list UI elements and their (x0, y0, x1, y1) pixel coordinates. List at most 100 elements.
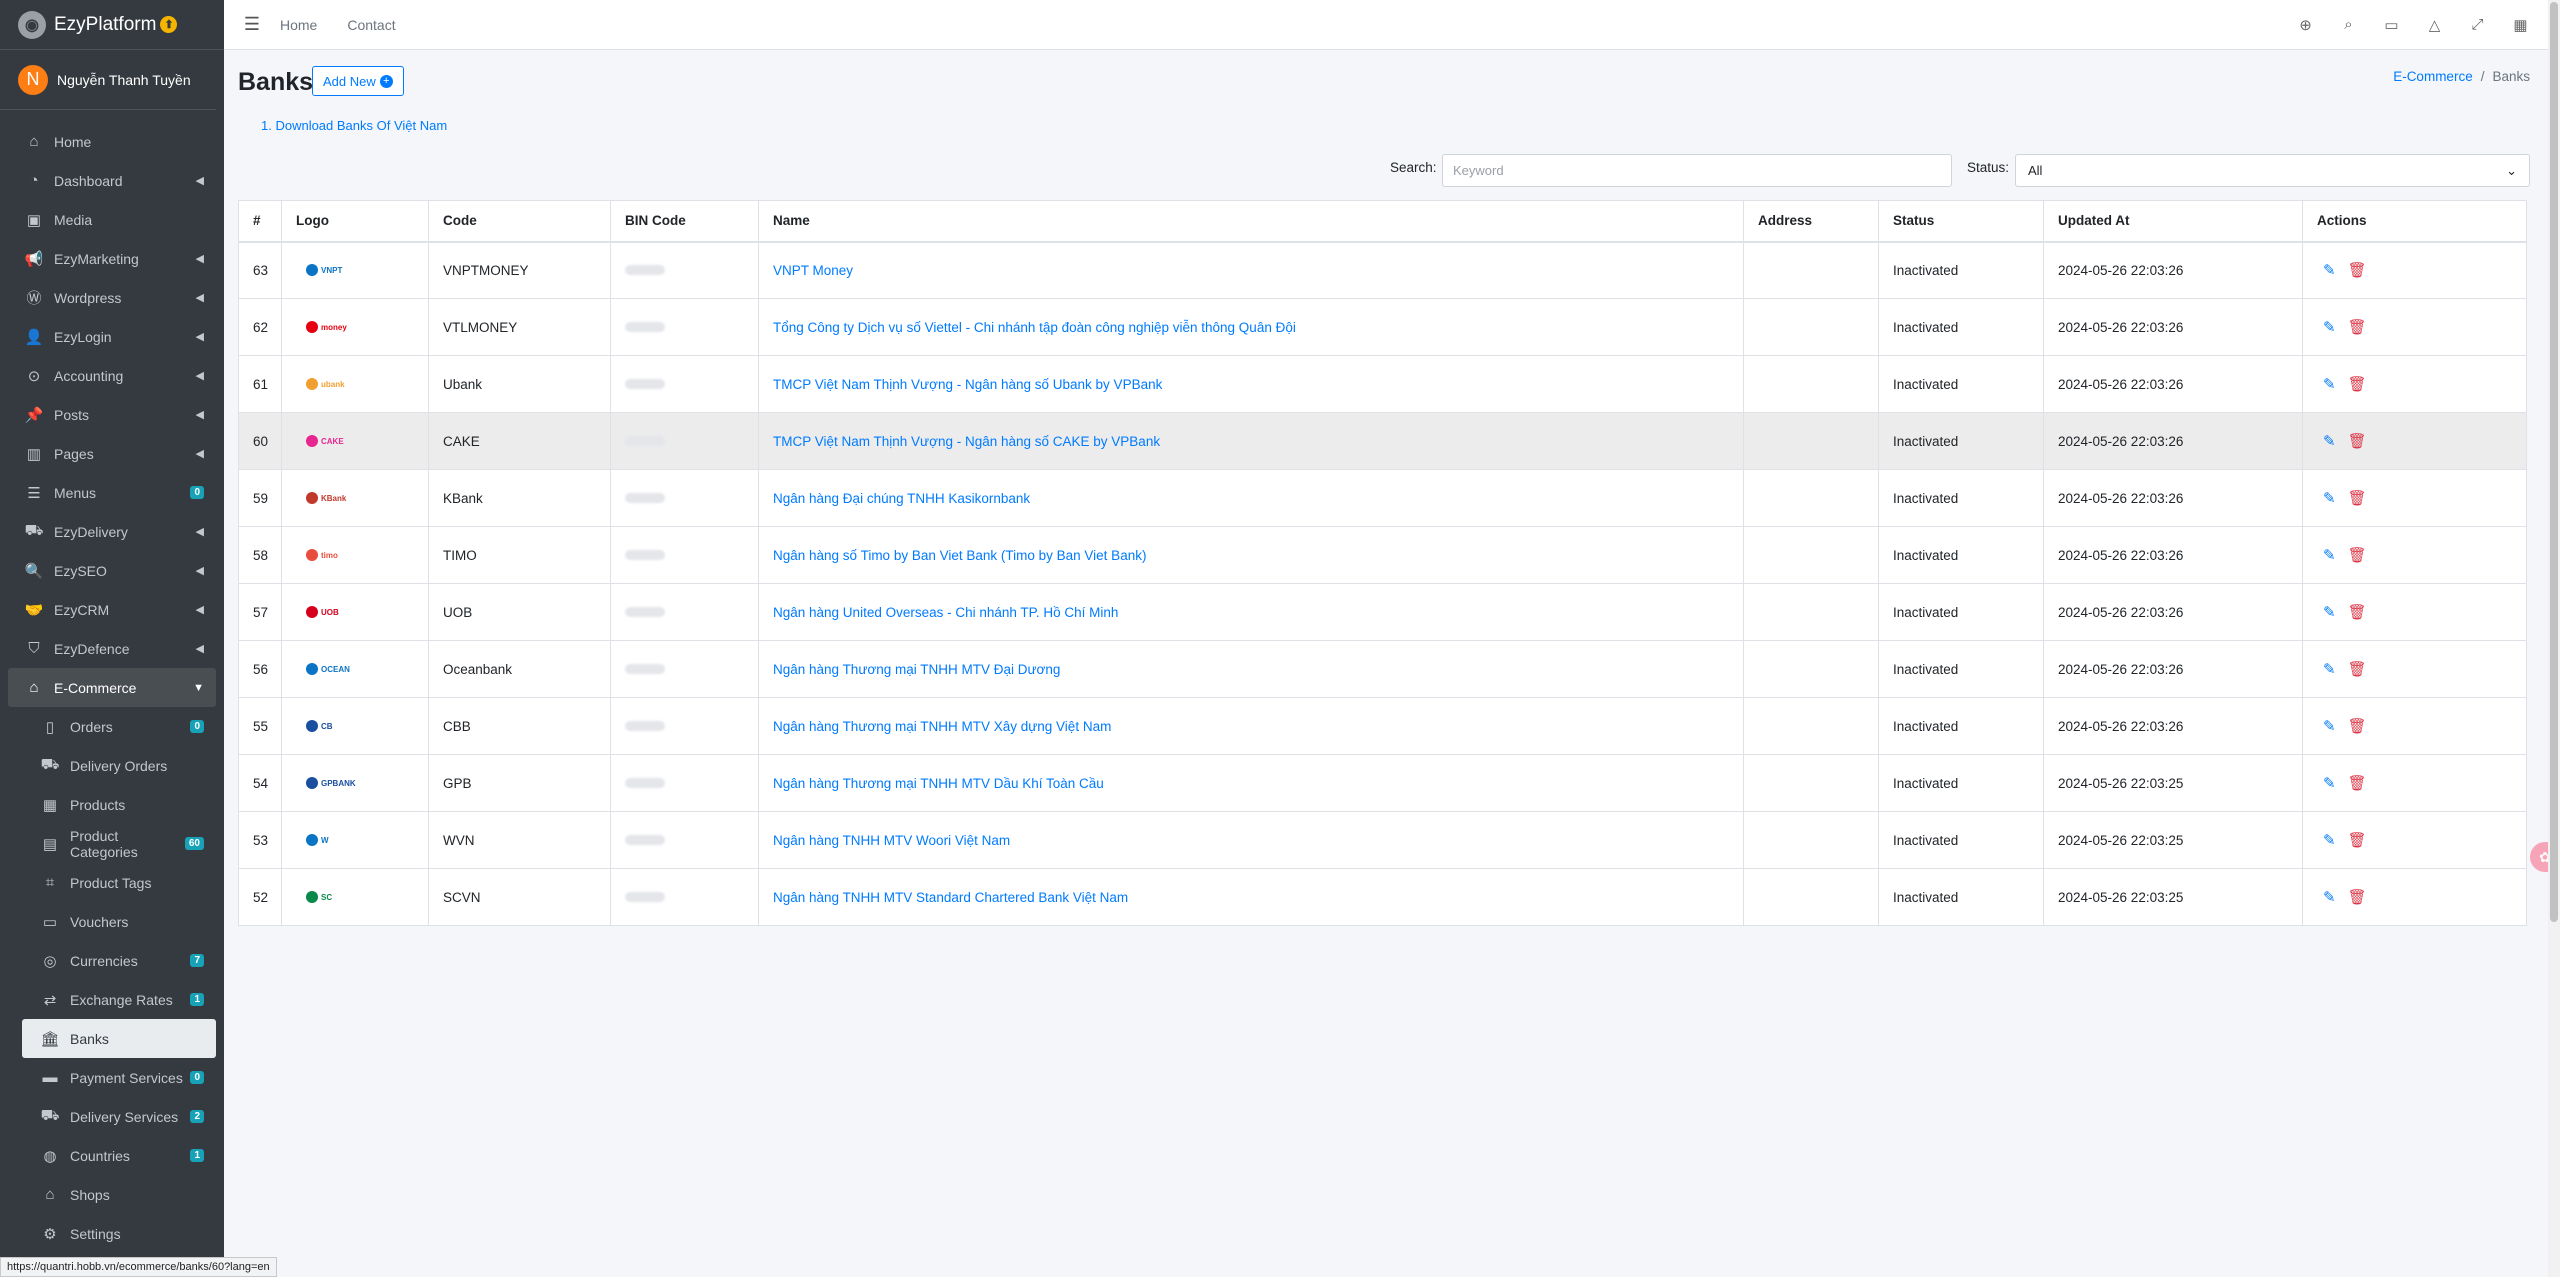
download-banks-link[interactable]: 1. Download Banks Of Việt Nam (261, 118, 447, 133)
bank-name-link[interactable]: Ngân hàng Đại chúng TNHH Kasikornbank (773, 491, 1030, 506)
sidebar-item-orders[interactable]: ▯ Orders 0 (0, 707, 224, 746)
breadcrumb-ecommerce[interactable]: E-Commerce (2393, 69, 2473, 84)
col-status[interactable]: Status (1878, 200, 2044, 243)
add-new-button[interactable]: Add New + (312, 66, 404, 96)
sidebar-item-vouchers[interactable]: ▭ Vouchers (0, 902, 224, 941)
sidebar-item-settings[interactable]: ⚙ Settings (0, 1214, 224, 1253)
bank-name-link[interactable]: Ngân hàng TNHH MTV Woori Việt Nam (773, 833, 1010, 848)
sidebar-item-ezydefence[interactable]: ⛉ EzyDefence ◀ (0, 629, 224, 668)
expand-icon[interactable]: ⤢ (2456, 16, 2499, 33)
sidebar-item-ezycrm[interactable]: 🤝 EzyCRM ◀ (0, 590, 224, 629)
bank-name-link[interactable]: Tổng Công ty Dịch vụ số Viettel - Chi nh… (773, 320, 1296, 335)
sidebar-item-shops[interactable]: ⌂ Shops (0, 1175, 224, 1214)
edit-icon[interactable]: ✎ (2323, 888, 2336, 906)
sidebar-item-delivery-services[interactable]: ⛟ Delivery Services 2 (0, 1097, 224, 1136)
trash-icon[interactable]: 🗑 (2348, 660, 2367, 678)
trash-icon[interactable]: 🗑 (2348, 831, 2367, 849)
trash-icon[interactable]: 🗑 (2348, 717, 2367, 735)
table-row[interactable]: 54 GPBANK GPB Ngân hàng Thương mại TNHH MTV… (238, 754, 2527, 812)
upgrade-icon[interactable]: ⬆ (160, 16, 178, 33)
bank-name-link[interactable]: Ngân hàng số Timo by Ban Viet Bank (Timo… (773, 548, 1146, 563)
search-input[interactable] (1442, 154, 1952, 187)
sidebar-item-ezymarketing[interactable]: 📢 EzyMarketing ◀ (0, 239, 224, 278)
brand[interactable]: ◉ EzyPlatform ⬆ (0, 0, 224, 50)
edit-icon[interactable]: ✎ (2323, 375, 2336, 393)
table-row[interactable]: 53 W WVN Ngân hàng TNHH MTV Woori Việt Nam I… (238, 811, 2527, 869)
trash-icon[interactable]: 🗑 (2348, 603, 2367, 621)
sidebar-item-delivery-orders[interactable]: ⛟ Delivery Orders (0, 746, 224, 785)
table-row[interactable]: 59 KBank KBank Ngân hàng Đại chúng TNHH Kas… (238, 469, 2527, 527)
edit-icon[interactable]: ✎ (2323, 660, 2336, 678)
col-name[interactable]: Name (758, 200, 1744, 243)
edit-icon[interactable]: ✎ (2323, 717, 2336, 735)
bank-name-link[interactable]: VNPT Money (773, 263, 853, 278)
trash-icon[interactable]: 🗑 (2348, 774, 2367, 792)
trash-icon[interactable]: 🗑 (2348, 318, 2367, 336)
nav-link-home[interactable]: Home (280, 17, 317, 33)
table-row[interactable]: 56 OCEAN Oceanbank Ngân hàng Thương mại TNH… (238, 640, 2527, 698)
trash-icon[interactable]: 🗑 (2348, 261, 2367, 279)
sidebar-item-media[interactable]: ▣ Media (0, 200, 224, 239)
bank-name-link[interactable]: Ngân hàng TNHH MTV Standard Chartered Ba… (773, 890, 1128, 905)
trash-icon[interactable]: 🗑 (2348, 375, 2367, 393)
user-name[interactable]: Nguyễn Thanh Tuyền (57, 72, 191, 88)
col-code[interactable]: Code (428, 200, 611, 243)
sidebar-item-product-categories[interactable]: ▤ Product Categories 60 (0, 824, 224, 863)
edit-icon[interactable]: ✎ (2323, 318, 2336, 336)
trash-icon[interactable]: 🗑 (2348, 489, 2367, 507)
sidebar-item-countries[interactable]: ◍ Countries 1 (0, 1136, 224, 1175)
status-select[interactable]: All ⌄ (2015, 154, 2530, 187)
table-row[interactable]: 60 CAKE CAKE TMCP Việt Nam Thịnh Vượng - Ng… (238, 412, 2527, 470)
edit-icon[interactable]: ✎ (2323, 831, 2336, 849)
globe-icon[interactable]: ⊕ (2284, 16, 2327, 34)
table-row[interactable]: 57 UOB UOB Ngân hàng United Overseas - Chi … (238, 583, 2527, 641)
sidebar-item-posts[interactable]: 📌 Posts ◀ (0, 395, 224, 434)
sidebar-item-accounting[interactable]: ⊙ Accounting ◀ (0, 356, 224, 395)
grid-icon[interactable]: ▦ (2499, 16, 2542, 34)
table-row[interactable]: 58 timo TIMO Ngân hàng số Timo by Ban Viet … (238, 526, 2527, 584)
bell-icon[interactable]: △ (2413, 16, 2456, 34)
table-row[interactable]: 55 CB CBB Ngân hàng Thương mại TNHH MTV Xây… (238, 697, 2527, 755)
col-logo[interactable]: Logo (281, 200, 429, 243)
sidebar-item-wordpress[interactable]: Ⓦ Wordpress ◀ (0, 278, 224, 317)
col-id[interactable]: # (238, 200, 282, 243)
sidebar-item-products[interactable]: ▦ Products (0, 785, 224, 824)
edit-icon[interactable]: ✎ (2323, 774, 2336, 792)
sidebar-item-pages[interactable]: ▥ Pages ◀ (0, 434, 224, 473)
bank-name-link[interactable]: Ngân hàng Thương mại TNHH MTV Dầu Khí To… (773, 776, 1104, 791)
comments-icon[interactable]: ▭ (2370, 16, 2413, 34)
trash-icon[interactable]: 🗑 (2348, 546, 2367, 564)
page-scrollbar[interactable] (2548, 0, 2560, 1277)
table-row[interactable]: 63 VNPT VNPTMONEY VNPT Money Inactivated 2024… (238, 241, 2527, 299)
edit-icon[interactable]: ✎ (2323, 546, 2336, 564)
bank-name-link[interactable]: TMCP Việt Nam Thịnh Vượng - Ngân hàng số… (773, 377, 1162, 392)
user-panel[interactable]: N Nguyễn Thanh Tuyền (0, 50, 216, 110)
table-row[interactable]: 52 SC SCVN Ngân hàng TNHH MTV Standard Char… (238, 868, 2527, 926)
sidebar-item-currencies[interactable]: ◎ Currencies 7 (0, 941, 224, 980)
sidebar-item-menus[interactable]: ☰ Menus 0 (0, 473, 224, 512)
sidebar-item-ezyseo[interactable]: 🔍 EzySEO ◀ (0, 551, 224, 590)
nav-link-contact[interactable]: Contact (347, 17, 395, 33)
bank-name-link[interactable]: TMCP Việt Nam Thịnh Vượng - Ngân hàng số… (773, 434, 1160, 449)
trash-icon[interactable]: 🗑 (2348, 432, 2367, 450)
table-row[interactable]: 61 ubank Ubank TMCP Việt Nam Thịnh Vượng - … (238, 355, 2527, 413)
edit-icon[interactable]: ✎ (2323, 489, 2336, 507)
sidebar-item-ecommerce[interactable]: ⌂ E-Commerce ▼ (8, 668, 216, 707)
col-address[interactable]: Address (1743, 200, 1879, 243)
col-bin-code[interactable]: BIN Code (610, 200, 759, 243)
sidebar-item-exchange-rates[interactable]: ⇄ Exchange Rates 1 (0, 980, 224, 1019)
edit-icon[interactable]: ✎ (2323, 432, 2336, 450)
sidebar-item-banks[interactable]: 🏛 Banks (22, 1019, 216, 1058)
sidebar-item-product-tags[interactable]: ⌗ Product Tags (0, 863, 224, 902)
sidebar-item-dashboard[interactable]: ◔ Dashboard ◀ (0, 161, 224, 200)
sidebar-item-ezydelivery[interactable]: ⛟ EzyDelivery ◀ (0, 512, 224, 551)
trash-icon[interactable]: 🗑 (2348, 888, 2367, 906)
search-icon[interactable]: ⌕ (2327, 16, 2370, 33)
bank-name-link[interactable]: Ngân hàng Thương mại TNHH MTV Xây dựng V… (773, 719, 1111, 734)
sidebar-item-home[interactable]: ⌂ Home (0, 122, 224, 161)
edit-icon[interactable]: ✎ (2323, 261, 2336, 279)
scrollbar-thumb[interactable] (2550, 2, 2558, 922)
bank-name-link[interactable]: Ngân hàng United Overseas - Chi nhánh TP… (773, 605, 1118, 620)
table-row[interactable]: 62 money VTLMONEY Tổng Công ty Dịch vụ số V… (238, 298, 2527, 356)
sidebar-item-payment-services[interactable]: ▬ Payment Services 0 (0, 1058, 224, 1097)
